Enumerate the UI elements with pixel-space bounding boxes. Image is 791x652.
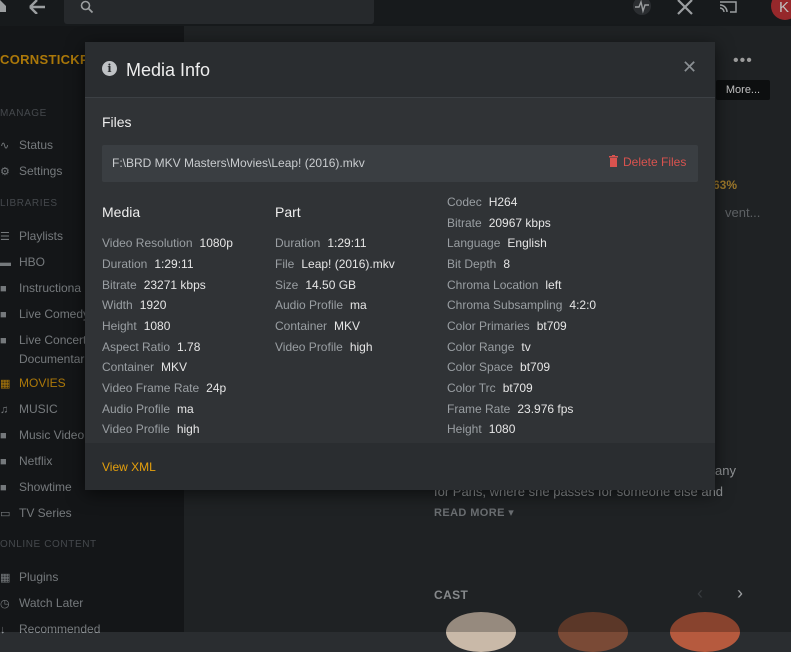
media-row: Height 1080 xyxy=(102,319,171,333)
media-heading: Media xyxy=(102,204,141,220)
media-row: Video Frame Rate 24p xyxy=(102,381,227,395)
trash-icon xyxy=(609,155,618,167)
stream-row: Height 1080 xyxy=(447,422,516,436)
part-row: Audio Profile ma xyxy=(275,298,367,312)
info-icon: i xyxy=(102,61,117,76)
stream-row: Color Range tv xyxy=(447,340,531,354)
part-row: Container MKV xyxy=(275,319,361,333)
stream-row: Color Space bt709 xyxy=(447,360,551,374)
media-row: Width 1920 xyxy=(102,298,167,312)
file-row: F:\BRD MKV Masters\Movies\Leap! (2016).m… xyxy=(102,145,698,182)
part-row: Duration 1:29:11 xyxy=(275,236,367,250)
part-heading: Part xyxy=(275,204,301,220)
stream-row: Bit Depth 8 xyxy=(447,257,511,271)
media-row: Duration 1:29:11 xyxy=(102,257,194,271)
stream-row: Chroma Location left xyxy=(447,278,562,292)
view-xml-link[interactable]: View XML xyxy=(102,460,156,474)
media-info-dialog: i Media Info ✕ Files F:\BRD MKV Masters\… xyxy=(85,42,715,490)
media-row: Video Resolution 1080p xyxy=(102,236,233,250)
stream-row: Frame Rate 23.976 fps xyxy=(447,402,574,416)
stream-row: Color Primaries bt709 xyxy=(447,319,567,333)
dialog-title: Media Info xyxy=(126,60,211,80)
stream-row: Language English xyxy=(447,236,547,250)
delete-files-label: Delete Files xyxy=(623,155,687,169)
stream-row: Codec H264 xyxy=(447,195,518,209)
media-row: Container MKV xyxy=(102,360,188,374)
stream-row: Bitrate 20967 kbps xyxy=(447,216,551,230)
media-row: Video Profile high xyxy=(102,422,200,436)
delete-files-button[interactable]: Delete Files xyxy=(609,155,686,169)
media-row: Audio Profile ma xyxy=(102,402,194,416)
dialog-header: i Media Info ✕ xyxy=(85,42,715,98)
part-row: File Leap! (2016).mkv xyxy=(275,257,395,271)
media-row: Aspect Ratio 1.78 xyxy=(102,340,201,354)
dialog-footer: View XML xyxy=(85,443,715,490)
media-row: Bitrate 23271 kbps xyxy=(102,278,206,292)
stream-row: Color Trc bt709 xyxy=(447,381,533,395)
part-row: Video Profile high xyxy=(275,340,373,354)
close-icon[interactable]: ✕ xyxy=(682,57,697,78)
file-path: F:\BRD MKV Masters\Movies\Leap! (2016).m… xyxy=(112,156,365,170)
stream-row: Chroma Subsampling 4:2:0 xyxy=(447,298,597,312)
files-heading: Files xyxy=(102,114,132,130)
part-row: Size 14.50 GB xyxy=(275,278,357,292)
